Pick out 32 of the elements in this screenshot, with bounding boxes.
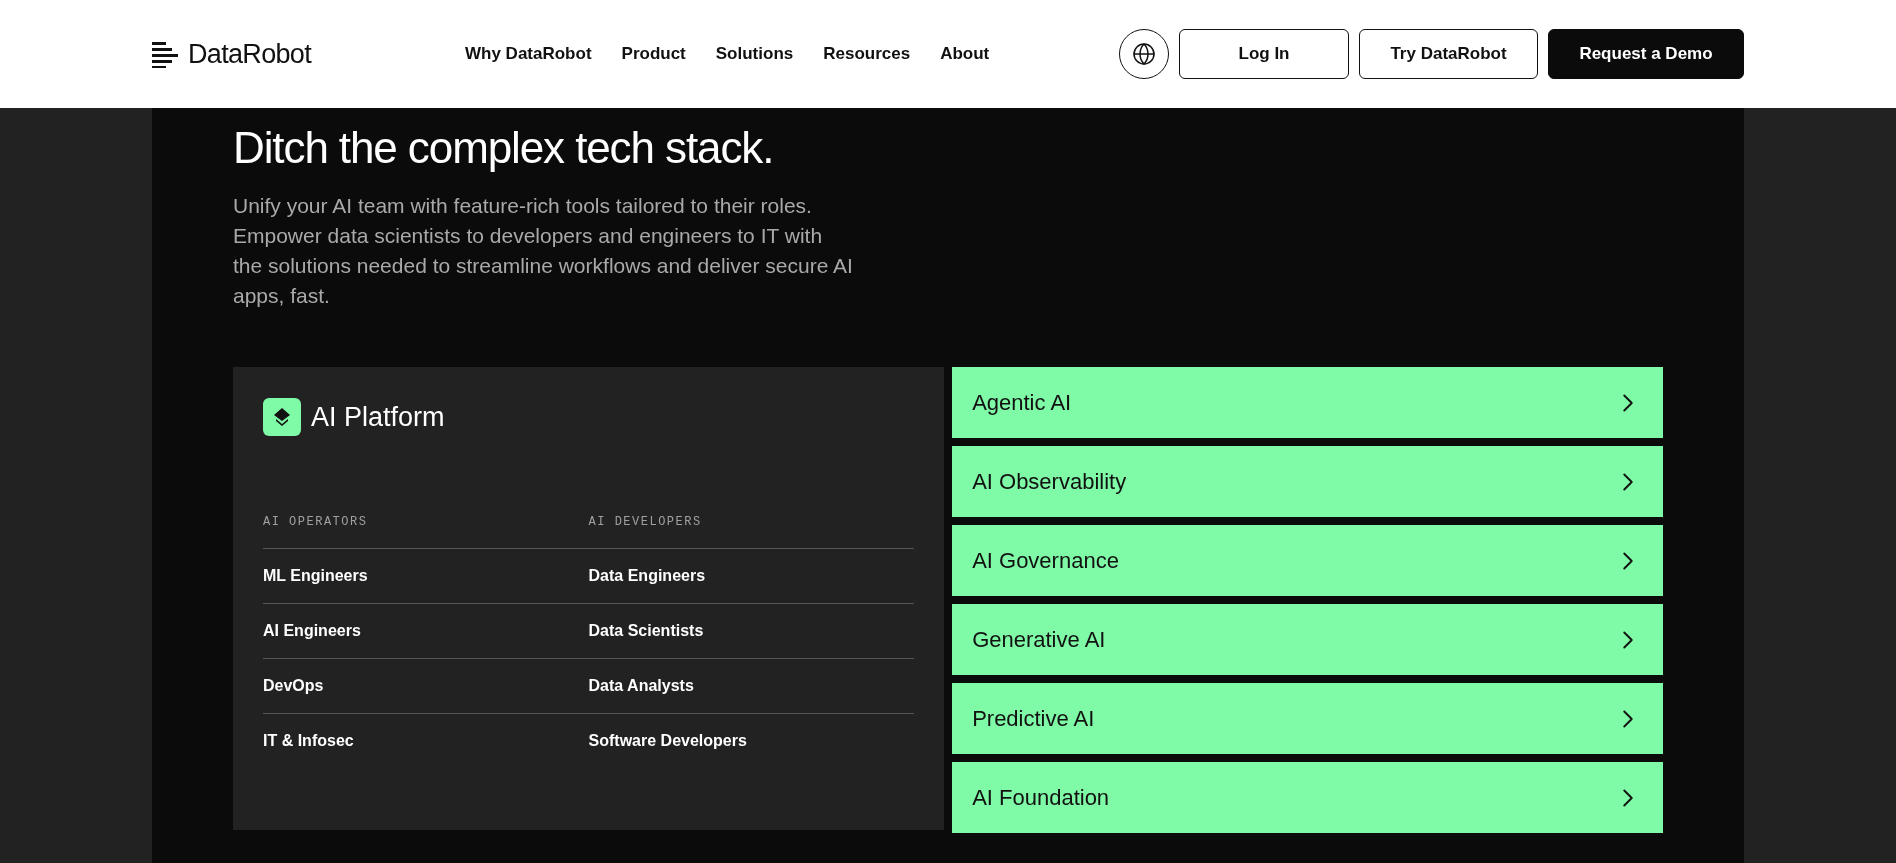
solution-link[interactable]: AI Foundation [952,762,1663,833]
platform-title: AI Platform [311,401,445,434]
nav-link[interactable]: About [940,41,990,67]
column-heading: AI DEVELOPERS [588,512,915,549]
role-link[interactable]: AI Engineers [263,618,361,643]
header-button[interactable]: Try DataRobot [1359,29,1538,79]
solution-link[interactable]: Agentic AI [952,367,1663,438]
role-link[interactable]: Data Scientists [588,618,704,643]
layers-icon [263,398,301,437]
globe-icon [1132,42,1156,66]
nav-link[interactable]: Why DataRobot [465,41,592,67]
role-link[interactable]: ML Engineers [263,563,368,588]
header-button[interactable]: Request a Demo [1548,29,1744,79]
column-heading: AI OPERATORS [263,512,589,549]
role-link[interactable]: IT & Infosec [263,729,354,753]
solution-link[interactable]: AI Observability [952,446,1663,517]
solution-link[interactable]: AI Governance [952,525,1663,596]
nav-link[interactable]: Solutions [715,41,794,67]
solution-link[interactable]: Predictive AI [952,683,1663,754]
hero-text: Unify your AI team with feature-rich tools tailored to their roles. Empower data scientists to developers and engineers to IT with the solutions needed to streamline workflows and deliver secure AI apps, fast. [233,193,853,309]
header-button[interactable]: Log In [1179,29,1349,79]
role-link[interactable]: Data Engineers [588,563,706,588]
role-link[interactable]: DevOps [263,673,324,698]
logo-icon [152,40,180,68]
hero-title: Ditch the complex tech stack. [233,122,775,174]
solution-link[interactable]: Generative AI [952,604,1663,675]
nav-link[interactable]: Product [621,41,686,67]
role-link[interactable]: Data Analysts [588,673,694,698]
nav-link[interactable]: Resources [823,41,911,67]
role-link[interactable]: Software Developers [588,729,747,753]
language-button[interactable] [1119,29,1169,79]
logo-text[interactable]: DataRobot [188,33,311,75]
